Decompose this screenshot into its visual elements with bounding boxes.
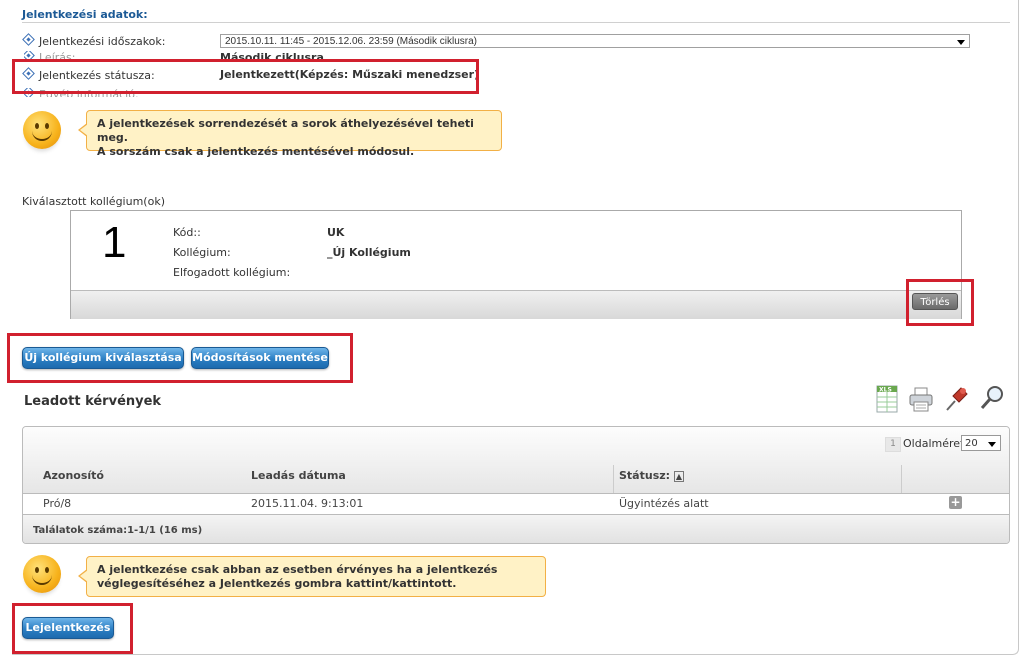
chevron-down-icon — [988, 442, 996, 447]
result-count: Találatok száma:1-1/1 (16 ms) — [33, 525, 203, 536]
page-size-label: Oldalméret — [903, 437, 965, 450]
xls-label: XLS — [879, 387, 892, 394]
info1-line1: A jelentkezések sorrendezését a sorok át… — [97, 117, 474, 144]
kollegium-card-footer — [71, 290, 961, 319]
idoszakok-select-value: 2015.10.11. 11:45 - 2015.12.06. 23:59 (M… — [225, 36, 478, 47]
idoszakok-label: Jelentkezési időszakok: — [39, 35, 166, 48]
col-statusz-label: Státusz: — [619, 469, 671, 482]
kervenyek-grid: 1 Oldalméret 20 Azonosító Leadás dátuma … — [22, 426, 1010, 544]
highlight-lejelentkezes — [12, 603, 133, 654]
row-statusz[interactable]: Ügyintézés alatt — [619, 497, 709, 510]
grid-header: 1 Oldalméret 20 Azonosító Leadás dátuma … — [23, 427, 1009, 494]
search-zoom-icon[interactable] — [978, 382, 1006, 414]
excel-export-icon[interactable]: XLS — [873, 382, 901, 414]
info2-line1: A jelentkezése csak abban az esetben érv… — [97, 563, 498, 576]
col-statusz[interactable]: Státusz: ▲ — [619, 469, 685, 482]
section-divider — [22, 22, 1010, 23]
row-datum[interactable]: 2015.11.04. 9:13:01 — [251, 497, 363, 510]
col-leadas-datuma[interactable]: Leadás dátuma — [251, 469, 346, 482]
leiras-row: Leírás: — [24, 51, 75, 59]
page-number[interactable]: 1 — [885, 437, 901, 452]
printer-icon[interactable] — [907, 382, 935, 414]
chevron-down-icon — [957, 40, 965, 45]
idoszakok-select[interactable]: 2015.10.11. 11:45 - 2015.12.06. 23:59 (M… — [220, 34, 970, 48]
smiley-icon — [23, 555, 61, 593]
bullet-icon — [24, 51, 35, 59]
expand-row-icon[interactable]: + — [949, 496, 962, 509]
sort-asc-icon: ▲ — [673, 471, 685, 482]
kollegium-value: _Új Kollégium — [327, 246, 411, 259]
highlight-buttons — [7, 333, 353, 383]
info1-line2: A sorszám csak a jelentkezés mentésével … — [97, 145, 415, 158]
info2-line2: véglegesítéséhez a Jelentkezés gombra ka… — [97, 577, 457, 590]
page-size-select[interactable]: 20 — [961, 435, 1001, 451]
page-size-value: 20 — [965, 438, 978, 449]
highlight-delete — [906, 279, 974, 326]
pin-icon[interactable] — [943, 382, 971, 414]
elfogadott-label: Elfogadott kollégium: — [173, 266, 291, 279]
col-azonosito[interactable]: Azonosító — [43, 469, 104, 482]
idoszakok-row: Jelentkezési időszakok: — [22, 33, 166, 48]
kollegium-section-label: Kiválasztott kollégium(ok) — [22, 195, 165, 208]
row-azonosito[interactable]: Pró/8 — [43, 497, 71, 510]
kod-label: Kód:: — [173, 226, 201, 239]
highlight-statusz — [12, 59, 479, 94]
bullet-icon — [22, 33, 35, 46]
leiras-label: Leírás: — [39, 51, 76, 59]
grid-footer: Találatok száma:1-1/1 (16 ms) — [23, 514, 1009, 543]
col-divider — [901, 465, 902, 493]
section-title: Jelentkezési adatok: — [22, 8, 148, 21]
kervenyek-title: Leadott kérvények — [24, 394, 162, 409]
col-divider — [613, 465, 614, 493]
info-bubble-ervenyes: A jelentkezése csak abban az esetben érv… — [78, 556, 546, 597]
kollegium-label: Kollégium: — [173, 246, 231, 259]
info-bubble-sorrend: A jelentkezések sorrendezését a sorok át… — [78, 110, 502, 158]
kollegium-order-number: 1 — [102, 218, 127, 267]
kod-value: UK — [327, 226, 345, 239]
smiley-icon — [23, 111, 61, 149]
